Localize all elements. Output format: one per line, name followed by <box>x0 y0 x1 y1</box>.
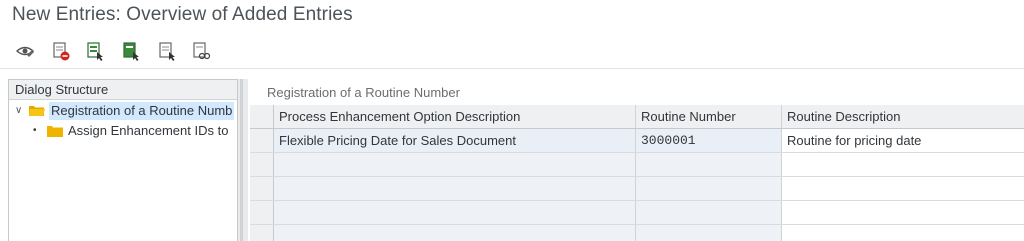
select-all-icon[interactable] <box>84 40 106 62</box>
row-selector[interactable] <box>250 153 274 176</box>
delete-icon[interactable] <box>50 40 72 62</box>
dialog-structure-header: Dialog Structure <box>9 80 237 100</box>
display-change-icon[interactable] <box>14 40 36 62</box>
row-selector[interactable] <box>250 177 274 200</box>
table-cell[interactable] <box>274 201 636 224</box>
table-cell[interactable] <box>636 225 782 241</box>
column-header[interactable]: Routine Description <box>782 105 1024 128</box>
table-row: Flexible Pricing Date for Sales Document… <box>250 129 1024 153</box>
table-row <box>250 177 1024 201</box>
toolbar <box>0 33 1024 69</box>
table-row <box>250 201 1024 225</box>
table-cell[interactable] <box>782 201 1024 224</box>
row-selector[interactable] <box>250 129 274 152</box>
tree-item-label: Assign Enhancement IDs to <box>68 123 229 138</box>
table-cell[interactable] <box>274 153 636 176</box>
deselect-all-icon[interactable] <box>156 40 178 62</box>
select-block-icon[interactable] <box>120 40 142 62</box>
panel-splitter[interactable] <box>238 79 248 241</box>
table-cell[interactable] <box>274 177 636 200</box>
tree-item-assign-enhancement[interactable]: • Assign Enhancement IDs to <box>9 121 237 141</box>
column-header[interactable]: Routine Number <box>636 105 782 128</box>
table-row <box>250 225 1024 241</box>
folder-open-icon <box>29 106 45 116</box>
table-cell[interactable] <box>636 153 782 176</box>
table-row <box>250 153 1024 177</box>
row-selector[interactable] <box>250 201 274 224</box>
column-header[interactable]: Process Enhancement Option Description <box>274 105 636 128</box>
chevron-down-icon[interactable]: ∨ <box>15 101 27 121</box>
table-cell[interactable] <box>782 153 1024 176</box>
splitter-handle[interactable] <box>240 79 243 241</box>
table-cell[interactable] <box>782 177 1024 200</box>
table-cell[interactable] <box>274 225 636 241</box>
tree-item-registration[interactable]: ∨ Registration of a Routine Numb <box>9 101 237 121</box>
folder-icon <box>47 126 63 137</box>
table-cell[interactable]: 3000001 <box>636 129 782 152</box>
where-used-icon[interactable] <box>190 40 212 62</box>
table-cell[interactable]: Routine for pricing date <box>782 129 1024 152</box>
table-cell[interactable] <box>782 225 1024 241</box>
title-bar: New Entries: Overview of Added Entries <box>0 0 1024 33</box>
page-title: New Entries: Overview of Added Entries <box>12 4 353 25</box>
tree-item-label: Registration of a Routine Numb <box>49 102 235 120</box>
row-selector[interactable] <box>250 225 274 241</box>
table-cell[interactable] <box>636 201 782 224</box>
dialog-structure-panel: Dialog Structure ∨ Registration of a Rou… <box>8 79 238 241</box>
select-all-cell[interactable] <box>250 105 274 128</box>
table-cell[interactable] <box>636 177 782 200</box>
table-cell[interactable]: Flexible Pricing Date for Sales Document <box>274 129 636 152</box>
section-title: Registration of a Routine Number <box>267 85 460 100</box>
bullet-icon: • <box>33 125 37 136</box>
entries-panel: Registration of a Routine Number Process… <box>248 79 1024 241</box>
table-header-row: Process Enhancement Option Description R… <box>250 105 1024 129</box>
